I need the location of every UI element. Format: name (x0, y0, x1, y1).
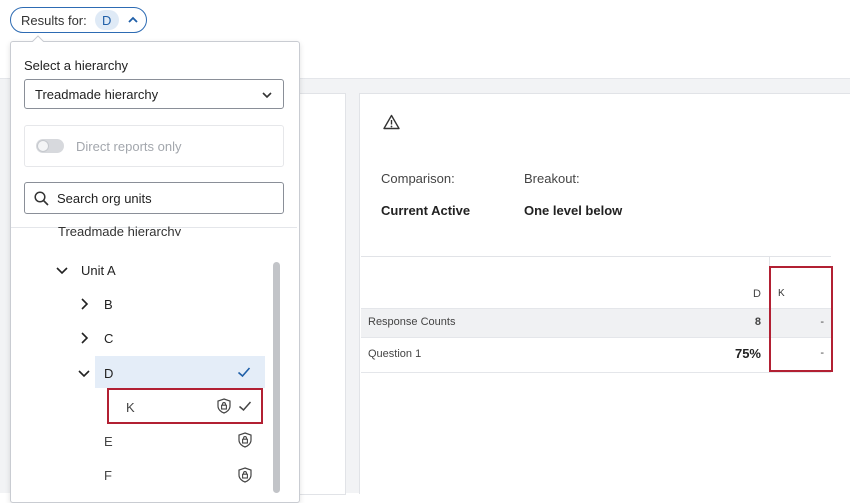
hierarchy-label: Select a hierarchy (24, 58, 129, 73)
row-label-response-counts: Response Counts (368, 316, 456, 328)
row-label-question-1: Question 1 (368, 348, 422, 360)
tree-item-b[interactable]: B (104, 297, 113, 312)
chevron-right-icon[interactable] (76, 296, 92, 312)
tree-item-unit-a[interactable]: Unit A (81, 263, 116, 278)
cell-question-1-d: 75% (734, 346, 761, 361)
hierarchy-select-value: Treadmade hierarchy (35, 86, 159, 102)
highlight-column-k (769, 266, 833, 372)
tree-scrollbar-thumb[interactable] (273, 262, 280, 493)
comparison-label: Comparison: (381, 171, 455, 186)
tree-item-d[interactable]: D (104, 366, 113, 381)
column-header-d: D (753, 288, 761, 300)
results-filter-label: Results for: (21, 12, 87, 28)
cell-response-counts-d: 8 (754, 316, 761, 328)
results-filter-button[interactable]: Results for: D (10, 7, 147, 33)
breakout-label: Breakout: (524, 171, 580, 186)
tree-item-e[interactable]: E (104, 434, 113, 449)
results-filter-value: D (94, 10, 119, 30)
breakout-value: One level below (524, 203, 623, 218)
comparison-value: Current Active (381, 203, 471, 218)
search-org-units-input[interactable]: Search org units (24, 182, 284, 214)
hierarchy-select[interactable]: Treadmade hierarchy (24, 79, 284, 109)
shield-lock-icon (238, 432, 252, 448)
chevron-down-icon[interactable] (54, 262, 70, 278)
tree-item-f[interactable]: F (104, 468, 112, 483)
direct-reports-toggle[interactable] (36, 139, 64, 153)
direct-reports-toggle-box: Direct reports only (24, 125, 284, 167)
search-placeholder: Search org units (57, 190, 152, 206)
chevron-down-icon[interactable] (76, 365, 92, 381)
search-icon (34, 191, 49, 206)
direct-reports-label: Direct reports only (76, 138, 182, 154)
tree-item-c[interactable]: C (104, 331, 113, 346)
chevron-right-icon[interactable] (76, 330, 92, 346)
panel-caret (32, 35, 44, 42)
chevron-down-icon (262, 92, 272, 99)
checkmark-icon (237, 367, 251, 378)
shield-lock-icon (238, 467, 252, 483)
warning-icon (383, 114, 400, 130)
highlight-tree-item-k (107, 388, 263, 424)
tree-root-label: Treadmade hierarchy (58, 224, 182, 236)
chevron-up-icon (128, 16, 138, 23)
left-card (300, 93, 346, 495)
